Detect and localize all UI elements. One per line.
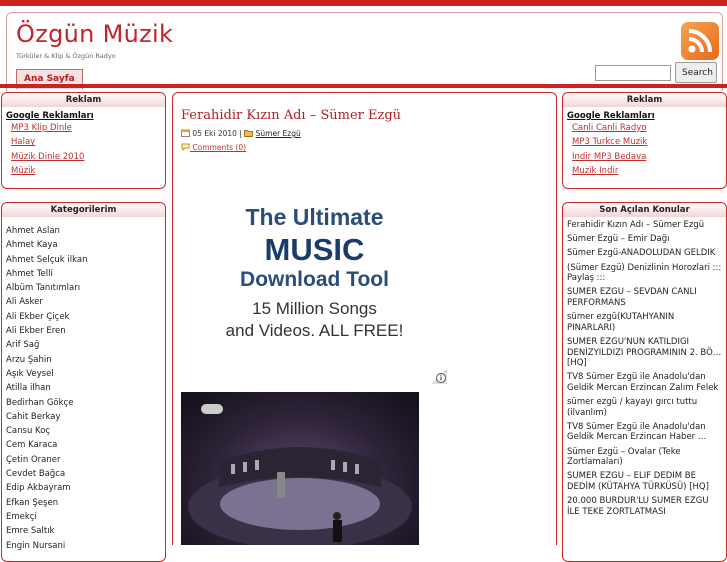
category-link[interactable]: Ahmet Kaya xyxy=(6,238,161,252)
recent-post-link[interactable]: 20.000 BURDUR'LU SÜMER EZGÜ İLE TEKE ZOR… xyxy=(567,496,722,517)
search-button[interactable]: Search xyxy=(675,62,717,83)
categories-title: Kategorilerim xyxy=(2,203,165,217)
recent-post-link[interactable]: SÜMER EZGÜ'NÜN KATILDIĞI DENİZYILDIZI PR… xyxy=(567,337,722,369)
left-ad-title: Reklam xyxy=(2,93,165,107)
folder-icon xyxy=(244,129,255,138)
category-link[interactable]: Cevdet Bağca xyxy=(6,467,161,481)
recent-posts-title: Son Açılan Konular xyxy=(563,203,726,217)
category-link[interactable]: Cahit Berkay xyxy=(6,410,161,424)
right-ad-link[interactable]: Muzik Indir xyxy=(567,164,722,178)
category-link[interactable]: Engin Nursani xyxy=(6,539,161,553)
post-category-link[interactable]: Sümer Ezgü xyxy=(256,129,301,138)
site-subtitle: Türküler & Klip & Özgün Radyo xyxy=(16,52,116,60)
rss-icon[interactable] xyxy=(681,22,719,60)
recent-post-link[interactable]: SÜMER EZGÜ – SEVDAN CANLI PERFORMANS xyxy=(567,287,722,308)
left-ad-link[interactable]: MP3 Klip Dinle xyxy=(6,121,161,135)
right-ad-box: Reklam Google Reklamları Canli Canli Rad… xyxy=(562,92,727,189)
ad-line-3: Download Tool xyxy=(240,268,389,291)
categories-box: Kategorilerim Ahmet Aslan Ahmet Kaya Ahmet… xyxy=(1,202,166,562)
recent-post-link[interactable]: Ferahidir Kızın Adı – Sümer Ezgü xyxy=(567,220,722,231)
category-link[interactable]: Emekçi xyxy=(6,510,161,524)
category-link[interactable]: Bedirhan Gökçe xyxy=(6,396,161,410)
ad-line-5: and Videos. ALL FREE! xyxy=(225,321,404,340)
category-link[interactable]: Albüm Tanıtımları xyxy=(6,281,161,295)
ad-line-1: The Ultimate xyxy=(245,204,384,230)
category-link[interactable]: Ahmet Aslan xyxy=(6,224,161,238)
calendar-icon xyxy=(181,129,192,138)
recent-posts-box: Son Açılan Konular Ferahidir Kızın Adı –… xyxy=(562,202,727,562)
left-ad-label[interactable]: Google Reklamları xyxy=(2,107,165,121)
category-link[interactable]: Arzu Şahin xyxy=(6,353,161,367)
category-link[interactable]: Aşık Veysel xyxy=(6,367,161,381)
right-ad-link[interactable]: MP3 Turkce Muzik xyxy=(567,135,722,149)
category-link[interactable]: Ali Ekber Çiçek xyxy=(6,310,161,324)
post-date: 05 Eki 2010 xyxy=(192,129,237,138)
category-link[interactable]: Emre Saltık xyxy=(6,524,161,538)
recent-post-link[interactable]: (Sümer Ezgü) Denizlinin Horozlari ::: Pa… xyxy=(567,263,722,284)
recent-post-link[interactable]: sümer ezgü / kayayı gırcı tuttu (ilvanlı… xyxy=(567,397,722,418)
post-title[interactable]: Ferahidir Kızın Adı – Sümer Ezgü xyxy=(181,108,401,123)
category-link[interactable]: Efkan Şeşen xyxy=(6,496,161,510)
category-link[interactable]: Arif Sağ xyxy=(6,338,161,352)
left-ad-link[interactable]: Müzik xyxy=(6,164,161,178)
right-ad-title: Reklam xyxy=(563,93,726,107)
category-link[interactable]: Çetin Oraner xyxy=(6,453,161,467)
category-link[interactable]: Cansu Koç xyxy=(6,424,161,438)
post-comments-link[interactable]: Comments (0) xyxy=(181,143,246,152)
right-ad-link[interactable]: Indir MP3 Bedava xyxy=(567,150,722,164)
category-link[interactable]: Ahmet Selçuk ilkan xyxy=(6,253,161,267)
post-meta: 05 Eki 2010 | Sümer Ezgü xyxy=(181,129,301,138)
video-still xyxy=(188,404,412,545)
header-divider xyxy=(0,84,727,88)
ad-line-4: 15 Million Songs xyxy=(252,299,377,318)
category-link[interactable]: Ali Asker xyxy=(6,295,161,309)
left-ad-link[interactable]: Müzik Dinle 2010 xyxy=(6,150,161,164)
site-title[interactable]: Özgün Müzik xyxy=(16,20,173,48)
recent-post-link[interactable]: TV8 Sümer Ezgü ile Anadolu'dan Geldik Me… xyxy=(567,422,722,443)
right-ad-label[interactable]: Google Reklamları xyxy=(563,107,726,121)
recent-post-link[interactable]: SÜMER EZGÜ – ELİF DEDİM BE DEDİM (KÜTAHY… xyxy=(567,471,722,492)
left-ad-box: Reklam Google Reklamları MP3 Klip Dinle … xyxy=(1,92,166,189)
ad-line-2: MUSIC xyxy=(264,232,365,267)
recent-post-link[interactable]: TV8 Sümer Ezgü ile Anadolu'dan Geldik Me… xyxy=(567,372,722,393)
recent-post-link[interactable]: Sümer Ezgü-ANADOLUDAN GELDİK xyxy=(567,248,722,259)
category-link[interactable]: Cem Karaca xyxy=(6,438,161,452)
category-link[interactable]: Atilla ilhan xyxy=(6,381,161,395)
ad-info-icon[interactable] xyxy=(431,368,447,384)
comments-label: Comments (0) xyxy=(192,143,247,152)
video-player[interactable] xyxy=(181,392,419,545)
category-link[interactable]: Edip Akbayram xyxy=(6,481,161,495)
recent-post-link[interactable]: Sümer Ezgü – Ovalar (Teke Zortlamaları) xyxy=(567,447,722,468)
comment-icon xyxy=(181,143,192,152)
recent-post-link[interactable]: Sümer Ezgü – Emir Dağı xyxy=(567,234,722,245)
left-ad-link[interactable]: Halay xyxy=(6,135,161,149)
site-header: Özgün Müzik Türküler & Klip & Özgün Rady… xyxy=(0,0,727,91)
search-input[interactable] xyxy=(595,65,671,81)
recent-post-link[interactable]: sümer ezgü(KÜTAHYANIN PINARLARI) xyxy=(567,312,722,333)
category-link[interactable]: Ali Ekber Eren xyxy=(6,324,161,338)
category-link[interactable]: Ahmet Telli xyxy=(6,267,161,281)
music-ad-banner[interactable]: The Ultimate MUSIC Download Tool 15 Mill… xyxy=(181,160,448,385)
right-ad-link[interactable]: Canli Canli Radyo xyxy=(567,121,722,135)
